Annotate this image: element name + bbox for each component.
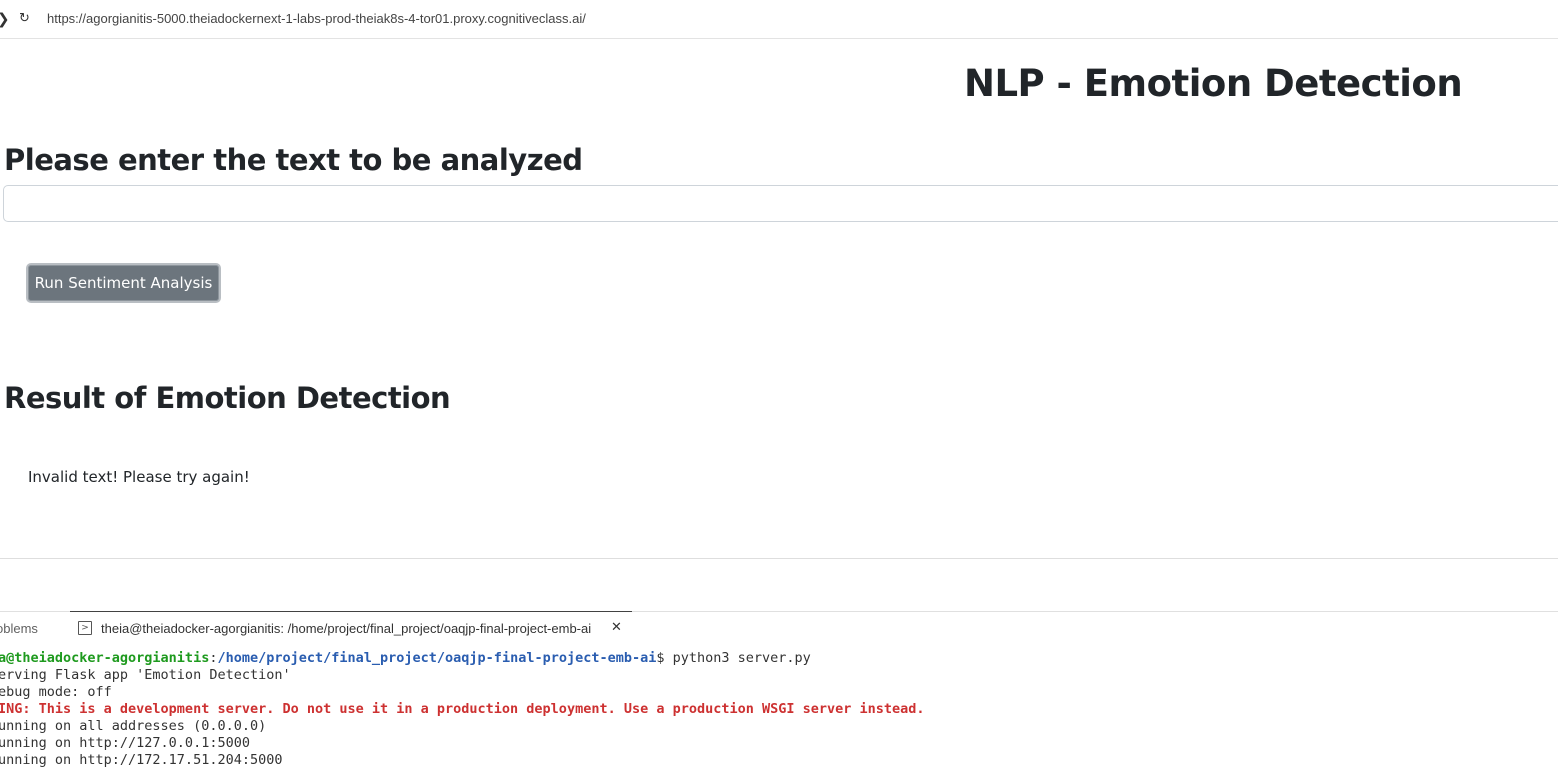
- tab-terminal[interactable]: > theia@theiadocker-agorgianitis: /home/…: [70, 611, 632, 644]
- url-text[interactable]: https://agorgianitis-5000.theiadockernex…: [47, 11, 586, 27]
- forward-icon[interactable]: ❯: [0, 10, 10, 28]
- tab-terminal-label: theia@theiadocker-agorgianitis: /home/pr…: [101, 621, 592, 636]
- terminal-prompt-line: a@theiadocker-agorgianitis:/home/project…: [0, 650, 811, 667]
- result-heading: Result of Emotion Detection: [4, 381, 451, 415]
- terminal-line: erving Flask app 'Emotion Detection': [0, 667, 291, 683]
- terminal-line: unning on all addresses (0.0.0.0): [0, 718, 267, 734]
- prompt-user: a@theiadocker-agorgianitis: [0, 650, 210, 666]
- browser-address-bar: ❯ ↻ https://agorgianitis-5000.theiadocke…: [0, 0, 1558, 39]
- terminal-warning-line: ING: This is a development server. Do no…: [0, 701, 925, 717]
- prompt-path: /home/project/final_project/oaqjp-final-…: [217, 650, 657, 666]
- tab-problems[interactable]: oblems: [0, 621, 38, 636]
- text-to-analyze-input[interactable]: [3, 185, 1558, 222]
- close-icon[interactable]: ✕: [611, 620, 622, 635]
- divider: [0, 558, 1558, 559]
- page-title: NLP - Emotion Detection: [964, 62, 1463, 105]
- terminal-panel: oblems > theia@theiadocker-agorgianitis:…: [0, 611, 1558, 772]
- terminal-icon: >: [78, 621, 92, 635]
- run-sentiment-analysis-button[interactable]: Run Sentiment Analysis: [26, 263, 221, 303]
- terminal-line: unning on http://172.17.51.204:5000: [0, 752, 283, 768]
- result-text: Invalid text! Please try again!: [28, 468, 250, 486]
- prompt-heading: Please enter the text to be analyzed: [4, 143, 583, 177]
- reload-icon[interactable]: ↻: [19, 10, 30, 28]
- prompt-command: $ python3 server.py: [656, 650, 811, 666]
- terminal-line: ebug mode: off: [0, 684, 112, 700]
- terminal-line: unning on http://127.0.0.1:5000: [0, 735, 250, 751]
